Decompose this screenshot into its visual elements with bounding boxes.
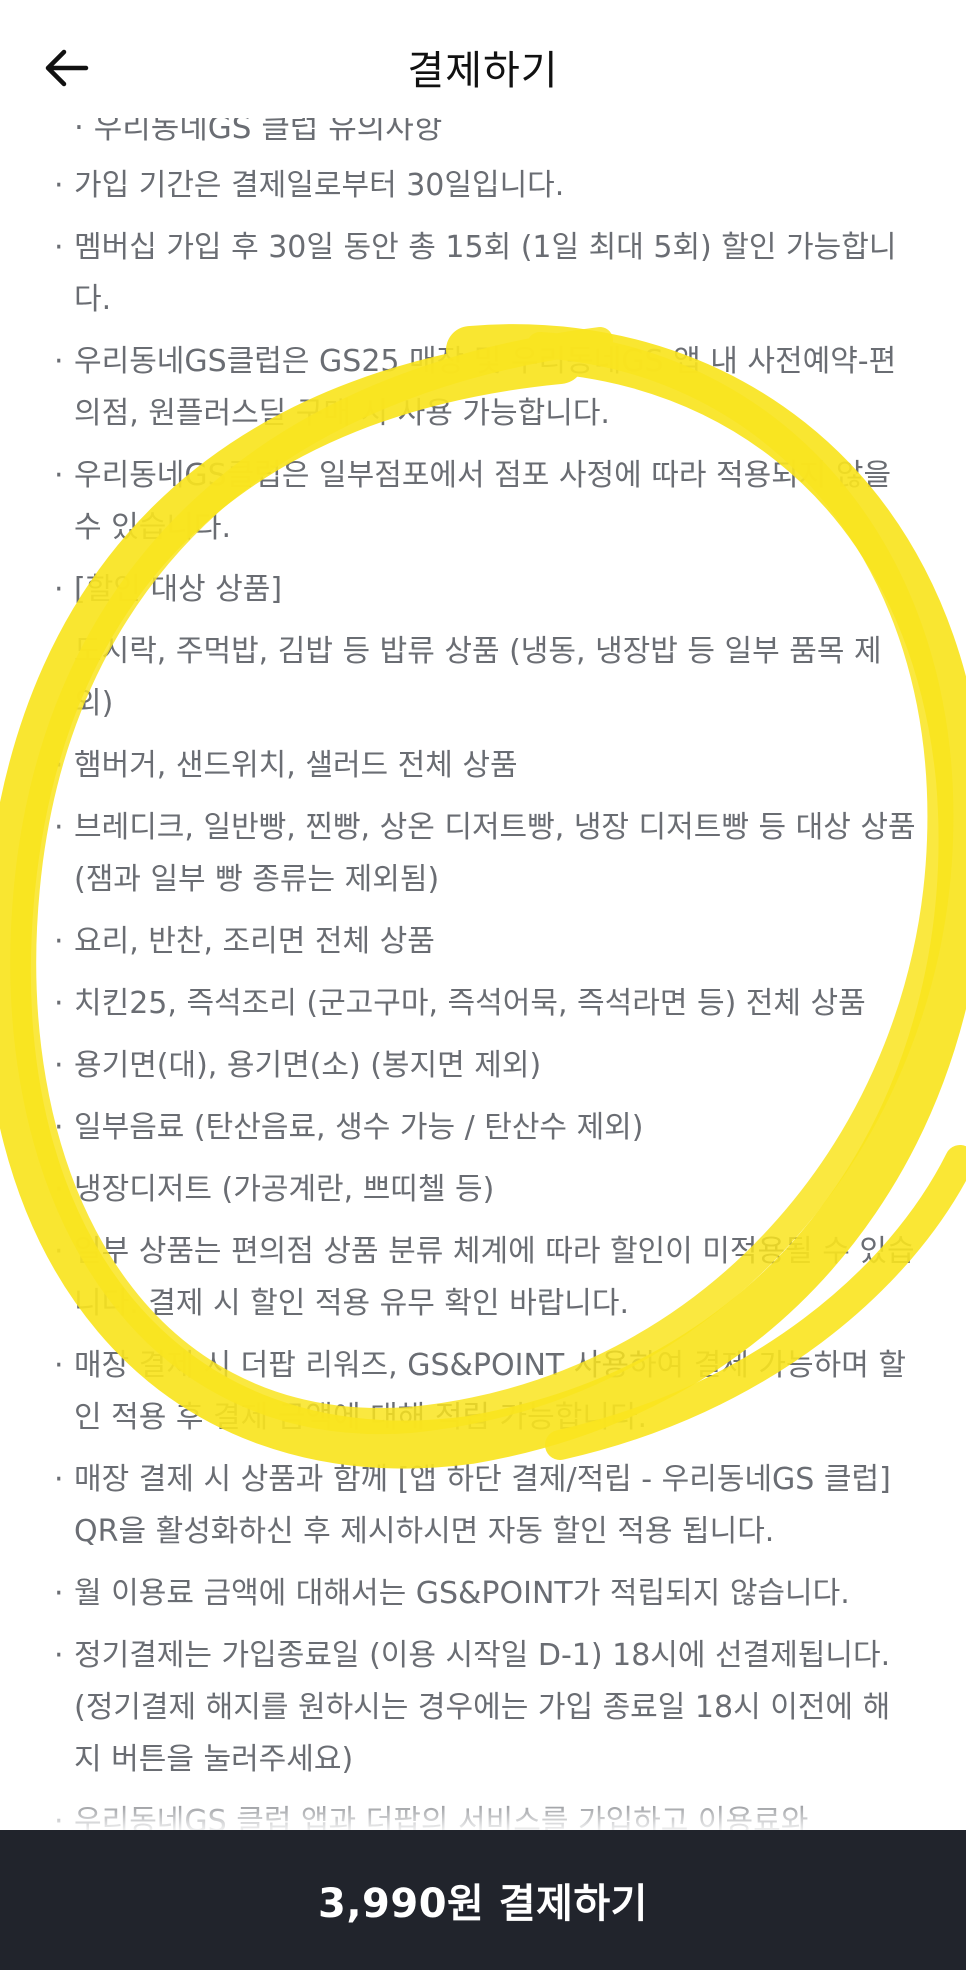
terms-list-item: · 매장 결제 시 상품과 함께 [앱 하단 결제/적립 - 우리동네GS 클럽]… — [0, 1454, 966, 1558]
bullet-dot: · — [54, 230, 64, 265]
bullet-dot: · — [54, 1172, 64, 1207]
terms-list-item: · 매장 결제 시 더팝 리워즈, GS&POINT 사용하여 결제 가능하며 할… — [0, 1340, 966, 1444]
terms-list-item: · 우리동네GS클럽은 GS25 매장 및 우리동네GS 앱 내 사전예약-편의점… — [0, 336, 966, 440]
bullet-dot: · — [54, 810, 64, 845]
payment-screen: · 우리동네GS 클럽 유의사항 · 가입 기간은 결제일로부터 30일입니다. ·… — [0, 0, 966, 1970]
scroll-fade — [0, 1790, 966, 1830]
terms-text: 월 이용료 금액에 대해서는 GS&POINT가 적립되지 않습니다. — [74, 1576, 850, 1611]
terms-list-item: · 일부 상품는 편의점 상품 분류 체계에 따라 할인이 미적용될 수 있습니다… — [0, 1226, 966, 1330]
terms-text: 매장 결제 시 더팝 리워즈, GS&POINT 사용하여 결제 가능하며 할인… — [74, 1348, 906, 1435]
terms-text: 매장 결제 시 상품과 함께 [앱 하단 결제/적립 - 우리동네GS 클럽] … — [74, 1462, 891, 1549]
terms-list-item: · 멤버십 가입 후 30일 동안 총 15회 (1일 최대 5회) 할인 가능합… — [0, 222, 966, 326]
bullet-dot: · — [54, 1638, 64, 1673]
bullet-dot: · — [54, 1234, 64, 1269]
terms-list-item: · 월 이용료 금액에 대해서는 GS&POINT가 적립되지 않습니다. — [0, 1568, 966, 1620]
terms-list-item: · 우리동네GS클럽은 일부점포에서 점포 사정에 따라 적용되지 않을 수 있습… — [0, 450, 966, 554]
terms-list-item: · 일부음료 (탄산음료, 생수 가능 / 탄산수 제외) — [0, 1102, 966, 1154]
bullet-dot: · — [54, 986, 64, 1021]
terms-text: 냉장디저트 (가공계란, 쁘띠첼 등) — [74, 1172, 495, 1207]
terms-text: 햄버거, 샌드위치, 샐러드 전체 상품 — [74, 748, 518, 783]
terms-list-item: · 햄버거, 샌드위치, 샐러드 전체 상품 — [0, 740, 966, 792]
terms-list-item: · 브레디크, 일반빵, 찐빵, 상온 디저트빵, 냉장 디저트빵 등 대상 상품… — [0, 802, 966, 906]
terms-text: 일부음료 (탄산음료, 생수 가능 / 탄산수 제외) — [74, 1110, 644, 1145]
pay-button[interactable]: 3,990원 결제하기 — [0, 1830, 966, 1970]
terms-text: 정기결제는 가입종료일 (이용 시작일 D-1) 18시에 선결제됩니다. (정… — [74, 1638, 891, 1777]
bullet-dot: · — [54, 458, 64, 493]
terms-list-item: · 치킨25, 즉석조리 (군고구마, 즉석어묵, 즉석라면 등) 전체 상품 — [0, 978, 966, 1030]
terms-list-item: · 가입 기간은 결제일로부터 30일입니다. — [0, 160, 966, 212]
bullet-dot: · — [54, 344, 64, 379]
bullet-dot: · — [54, 168, 64, 203]
bullet-dot: · — [54, 1462, 64, 1497]
terms-text: 치킨25, 즉석조리 (군고구마, 즉석어묵, 즉석라면 등) 전체 상품 — [74, 986, 866, 1021]
terms-text: 도시락, 주먹밥, 김밥 등 밥류 상품 (냉동, 냉장밥 등 일부 품목 제외… — [74, 634, 882, 721]
bullet-dot: · — [54, 1348, 64, 1383]
terms-text: 일부 상품는 편의점 상품 분류 체계에 따라 할인이 미적용될 수 있습니다.… — [74, 1234, 915, 1321]
bullet-dot: · — [54, 1048, 64, 1083]
terms-list-item: · 냉장디저트 (가공계란, 쁘띠첼 등) — [0, 1164, 966, 1216]
terms-list-item: · 요리, 반찬, 조리면 전체 상품 — [0, 916, 966, 968]
terms-list: · 가입 기간은 결제일로부터 30일입니다. · 멤버십 가입 후 30일 동안 총… — [0, 160, 966, 1830]
bullet-dot: · — [54, 572, 64, 607]
bullet-dot: · — [54, 1110, 64, 1145]
terms-text: 가입 기간은 결제일로부터 30일입니다. — [74, 168, 565, 203]
terms-list-item: · 용기면(대), 용기면(소) (봉지면 제외) — [0, 1040, 966, 1092]
terms-scroll-area[interactable]: · 우리동네GS 클럽 유의사항 · 가입 기간은 결제일로부터 30일입니다. ·… — [0, 0, 966, 1830]
bullet-dot: · — [54, 924, 64, 959]
terms-text: 요리, 반찬, 조리면 전체 상품 — [74, 924, 435, 959]
terms-list-item: · 정기결제는 가입종료일 (이용 시작일 D-1) 18시에 선결제됩니다. (… — [0, 1630, 966, 1786]
page-title: 결제하기 — [407, 48, 559, 94]
terms-text: 용기면(대), 용기면(소) (봉지면 제외) — [74, 1048, 542, 1083]
terms-list-item: 도시락, 주먹밥, 김밥 등 밥류 상품 (냉동, 냉장밥 등 일부 품목 제외… — [0, 626, 966, 730]
bullet-dot: · — [54, 748, 64, 783]
terms-text: 브레디크, 일반빵, 찐빵, 상온 디저트빵, 냉장 디저트빵 등 대상 상품 … — [74, 810, 916, 897]
terms-text: 우리동네GS클럽은 GS25 매장 및 우리동네GS 앱 내 사전예약-편의점,… — [74, 344, 897, 431]
terms-text: [할인 대상 상품] — [74, 572, 283, 607]
pay-button-label: 3,990원 결제하기 — [318, 1881, 648, 1927]
terms-text: 우리동네GS클럽은 일부점포에서 점포 사정에 따라 적용되지 않을 수 있습니… — [74, 458, 892, 545]
bullet-dot: · — [54, 1576, 64, 1611]
terms-list-item: · [할인 대상 상품] — [0, 564, 966, 616]
top-nav-bar: 결제하기 — [0, 0, 966, 118]
terms-text: 멤버십 가입 후 30일 동안 총 15회 (1일 최대 5회) 할인 가능합니… — [74, 230, 897, 317]
